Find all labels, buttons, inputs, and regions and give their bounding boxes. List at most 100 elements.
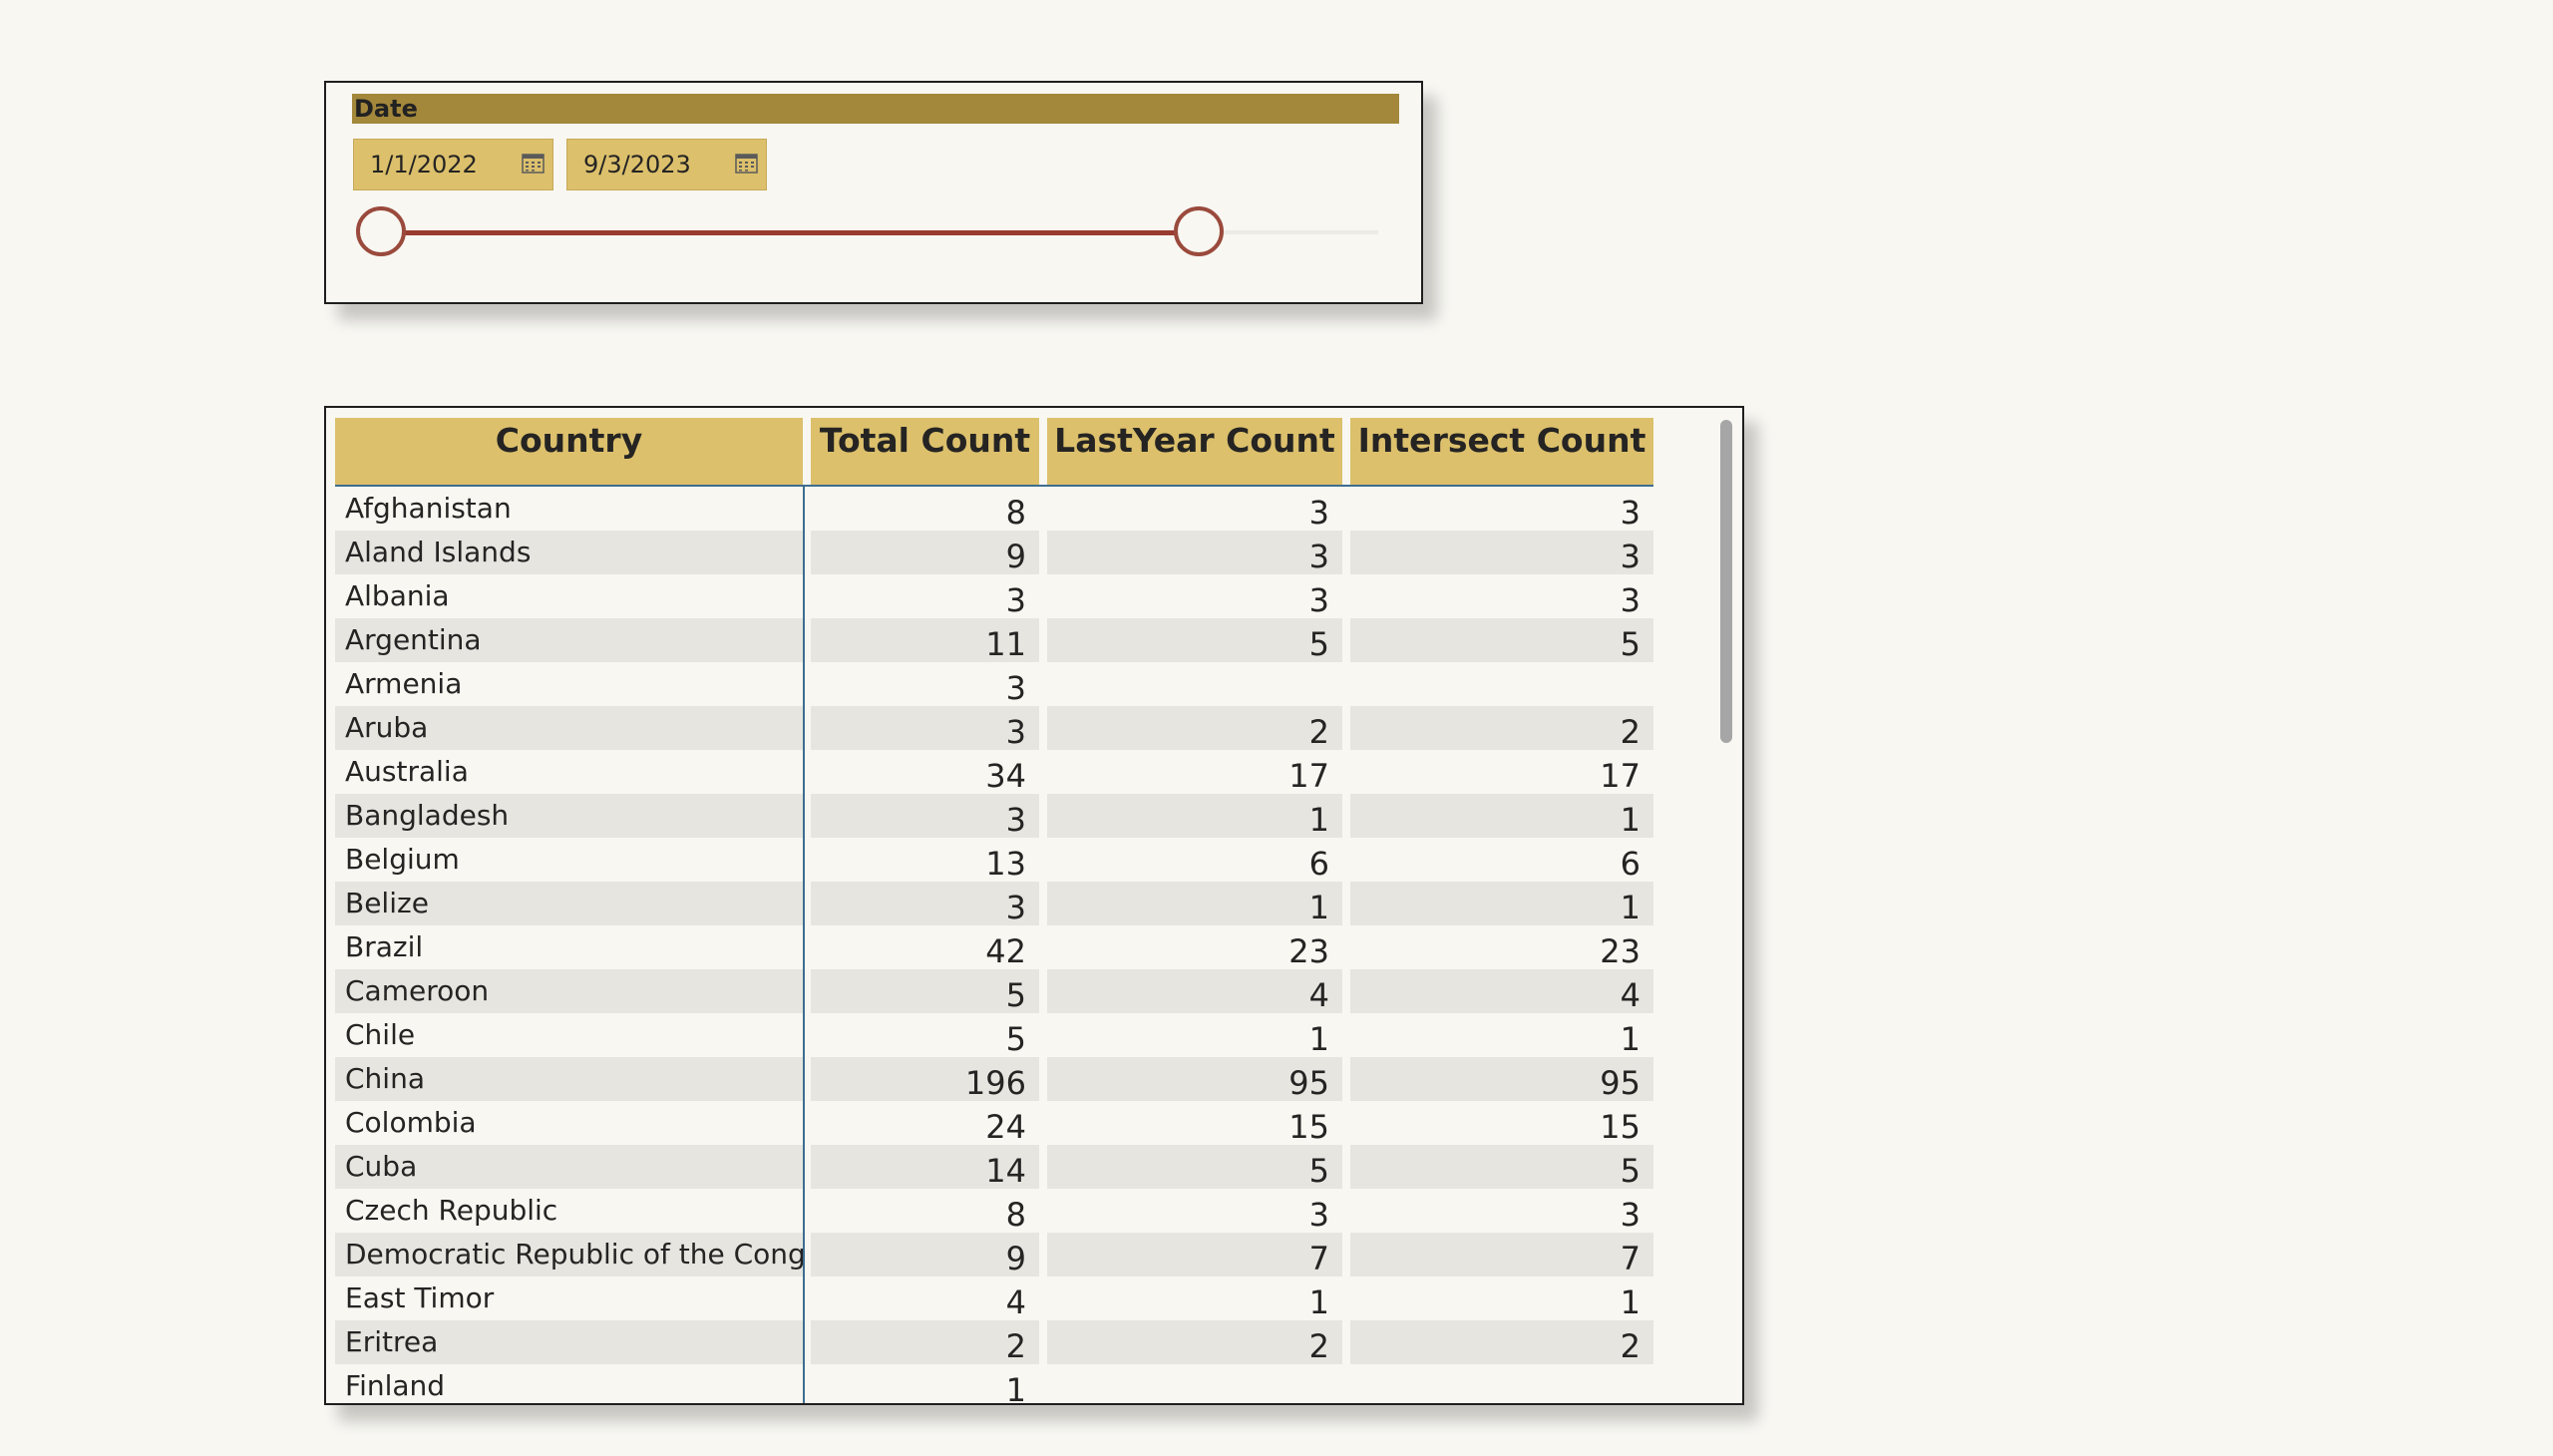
- country-cell: Cameroon: [335, 969, 803, 1013]
- column-header-country[interactable]: Country: [335, 418, 803, 485]
- country-cell: Democratic Republic of the Congo: [335, 1233, 803, 1276]
- total-count-cell: 5: [811, 969, 1039, 1013]
- country-cell: Belize: [335, 882, 803, 925]
- intersect-count-cell: 6: [1350, 838, 1653, 882]
- slider-end-handle[interactable]: [1174, 206, 1224, 256]
- total-count-cell: 196: [811, 1057, 1039, 1101]
- start-date-input[interactable]: 1/1/2022: [353, 139, 553, 190]
- intersect-count-cell: 1: [1350, 882, 1653, 925]
- lastyear-count-cell: 5: [1047, 1145, 1342, 1189]
- total-count-cell: 3: [811, 794, 1039, 838]
- table-row[interactable]: Belize 3 1 1: [335, 882, 1653, 925]
- country-cell: Brazil: [335, 925, 803, 969]
- total-count-cell: 5: [811, 1013, 1039, 1057]
- table-body: Afghanistan 8 3 3 Aland Islands 9 3 3 Albania 3 3 3…: [335, 487, 1653, 1403]
- lastyear-count-cell: 3: [1047, 1189, 1342, 1233]
- lastyear-count-cell: 5: [1047, 618, 1342, 662]
- table-row[interactable]: Eritrea 2 2 2: [335, 1320, 1653, 1364]
- table-row[interactable]: China 196 95 95: [335, 1057, 1653, 1101]
- intersect-count-cell: 3: [1350, 487, 1653, 531]
- total-count-cell: 11: [811, 618, 1039, 662]
- lastyear-count-cell: 1: [1047, 882, 1342, 925]
- intersect-count-cell: 2: [1350, 706, 1653, 750]
- intersect-count-cell: 2: [1350, 1320, 1653, 1364]
- column-header-intersect-count[interactable]: Intersect Count: [1350, 418, 1653, 485]
- country-cell: Colombia: [335, 1101, 803, 1145]
- table-row[interactable]: Cameroon 5 4 4: [335, 969, 1653, 1013]
- total-count-cell: 42: [811, 925, 1039, 969]
- lastyear-count-cell: 3: [1047, 487, 1342, 531]
- table-row[interactable]: Australia 34 17 17: [335, 750, 1653, 794]
- country-table: Country Total Count LastYear Count Inter…: [324, 406, 1744, 1405]
- country-cell: Argentina: [335, 618, 803, 662]
- table-row[interactable]: Chile 5 1 1: [335, 1013, 1653, 1057]
- start-date-value: 1/1/2022: [370, 151, 478, 179]
- table-row[interactable]: Argentina 11 5 5: [335, 618, 1653, 662]
- column-header-lastyear-count[interactable]: LastYear Count: [1047, 418, 1342, 485]
- table-row[interactable]: Finland 1: [335, 1364, 1653, 1403]
- intersect-count-cell: 15: [1350, 1101, 1653, 1145]
- lastyear-count-cell: 1: [1047, 1276, 1342, 1320]
- calendar-icon[interactable]: [522, 153, 545, 174]
- calendar-icon[interactable]: [735, 153, 758, 174]
- country-cell: Bangladesh: [335, 794, 803, 838]
- lastyear-count-cell: 7: [1047, 1233, 1342, 1276]
- table-row[interactable]: Afghanistan 8 3 3: [335, 487, 1653, 531]
- total-count-cell: 34: [811, 750, 1039, 794]
- lastyear-count-cell: 4: [1047, 969, 1342, 1013]
- slider-range-fill: [381, 230, 1199, 235]
- total-count-cell: 9: [811, 1233, 1039, 1276]
- total-count-cell: 8: [811, 487, 1039, 531]
- total-count-cell: 24: [811, 1101, 1039, 1145]
- total-count-cell: 2: [811, 1320, 1039, 1364]
- table-row[interactable]: Albania 3 3 3: [335, 574, 1653, 618]
- table-row[interactable]: Cuba 14 5 5: [335, 1145, 1653, 1189]
- lastyear-count-cell: [1047, 662, 1342, 706]
- total-count-cell: 8: [811, 1189, 1039, 1233]
- table-row[interactable]: Aruba 3 2 2: [335, 706, 1653, 750]
- lastyear-count-cell: 95: [1047, 1057, 1342, 1101]
- intersect-count-cell: [1350, 662, 1653, 706]
- total-count-cell: 3: [811, 882, 1039, 925]
- country-cell: Australia: [335, 750, 803, 794]
- table-row[interactable]: Aland Islands 9 3 3: [335, 531, 1653, 574]
- country-cell: Armenia: [335, 662, 803, 706]
- date-slicer: Date 1/1/2022 9/3/2023: [324, 81, 1423, 304]
- slider-start-handle[interactable]: [356, 206, 406, 256]
- lastyear-count-cell: 6: [1047, 838, 1342, 882]
- intersect-count-cell: 3: [1350, 531, 1653, 574]
- country-cell: Belgium: [335, 838, 803, 882]
- table-row[interactable]: Armenia 3: [335, 662, 1653, 706]
- table-row[interactable]: Bangladesh 3 1 1: [335, 794, 1653, 838]
- total-count-cell: 3: [811, 662, 1039, 706]
- table-row[interactable]: Belgium 13 6 6: [335, 838, 1653, 882]
- table-row[interactable]: Czech Republic 8 3 3: [335, 1189, 1653, 1233]
- country-cell: Cuba: [335, 1145, 803, 1189]
- country-cell: Aland Islands: [335, 531, 803, 574]
- lastyear-count-cell: 17: [1047, 750, 1342, 794]
- table-row[interactable]: Brazil 42 23 23: [335, 925, 1653, 969]
- total-count-cell: 14: [811, 1145, 1039, 1189]
- total-count-cell: 9: [811, 531, 1039, 574]
- total-count-cell: 3: [811, 706, 1039, 750]
- country-cell: Czech Republic: [335, 1189, 803, 1233]
- lastyear-count-cell: 3: [1047, 574, 1342, 618]
- intersect-count-cell: 17: [1350, 750, 1653, 794]
- lastyear-count-cell: 2: [1047, 706, 1342, 750]
- table-row[interactable]: East Timor 4 1 1: [335, 1276, 1653, 1320]
- table-row[interactable]: Democratic Republic of the Congo 9 7 7: [335, 1233, 1653, 1276]
- column-header-total-count[interactable]: Total Count: [811, 418, 1039, 485]
- lastyear-count-cell: 1: [1047, 794, 1342, 838]
- intersect-count-cell: 5: [1350, 1145, 1653, 1189]
- intersect-count-cell: 4: [1350, 969, 1653, 1013]
- lastyear-count-cell: 15: [1047, 1101, 1342, 1145]
- end-date-input[interactable]: 9/3/2023: [566, 139, 767, 190]
- vertical-scrollbar[interactable]: [1720, 420, 1732, 743]
- intersect-count-cell: 95: [1350, 1057, 1653, 1101]
- intersect-count-cell: 1: [1350, 1013, 1653, 1057]
- end-date-value: 9/3/2023: [583, 151, 691, 179]
- country-cell: East Timor: [335, 1276, 803, 1320]
- table-row[interactable]: Colombia 24 15 15: [335, 1101, 1653, 1145]
- intersect-count-cell: 1: [1350, 1276, 1653, 1320]
- intersect-count-cell: 7: [1350, 1233, 1653, 1276]
